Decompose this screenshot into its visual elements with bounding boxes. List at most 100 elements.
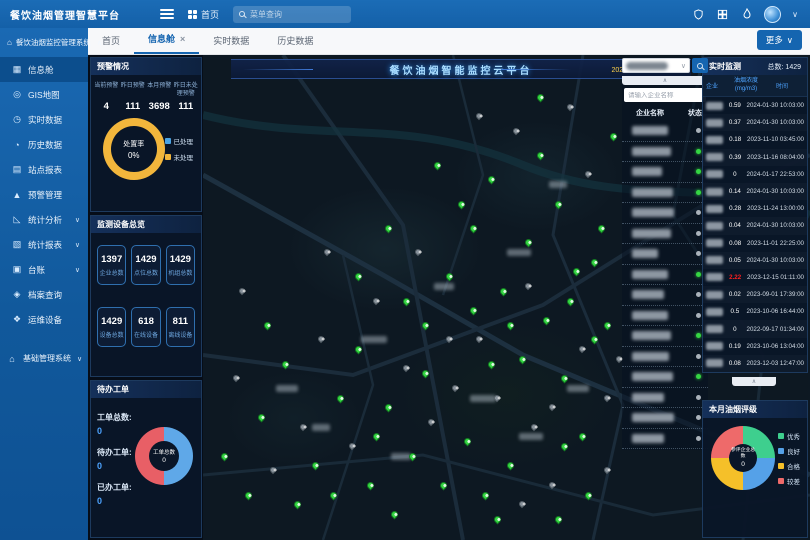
sidebar-item-实时数据[interactable]: ◷实时数据 bbox=[0, 107, 88, 132]
concentration-value: 0.18 bbox=[723, 136, 747, 143]
reading-time: 2023-11-01 22:25:00 bbox=[747, 240, 804, 247]
enterprise-row[interactable] bbox=[622, 367, 708, 388]
enterprise-list-collapse[interactable]: ∧ bbox=[622, 76, 708, 85]
enterprise-row[interactable] bbox=[622, 121, 708, 142]
realtime-enterprise-blurred bbox=[706, 291, 723, 299]
realtime-row[interactable]: 02022-09-17 01:34:00 bbox=[703, 320, 807, 337]
chevron-down-icon: ∨ bbox=[75, 266, 80, 274]
sidebar-item-预警管理[interactable]: ▲预警管理 bbox=[0, 182, 88, 207]
enterprise-filter-select[interactable]: ∨ bbox=[622, 58, 690, 73]
enterprise-row[interactable] bbox=[622, 388, 708, 409]
user-menu-chevron-icon[interactable]: ∨ bbox=[792, 10, 798, 19]
realtime-enterprise-blurred bbox=[706, 256, 723, 264]
more-button[interactable]: 更多∨ bbox=[757, 30, 802, 50]
concentration-value: 0.08 bbox=[723, 240, 747, 247]
enterprise-row[interactable] bbox=[622, 326, 708, 347]
enterprise-row[interactable] bbox=[622, 285, 708, 306]
realtime-enterprise-blurred bbox=[706, 273, 723, 281]
sidebar-group-restaurant-system[interactable]: ⌂ 餐饮油烟监控管理系统 ∧ bbox=[0, 28, 88, 57]
enterprise-name-blurred bbox=[632, 413, 674, 422]
shield-icon[interactable] bbox=[692, 8, 705, 21]
user-avatar[interactable] bbox=[764, 6, 781, 23]
enterprise-row[interactable] bbox=[622, 203, 708, 224]
tab-close-icon[interactable]: × bbox=[180, 34, 185, 44]
realtime-panel-collapse[interactable]: ∧ bbox=[732, 377, 776, 386]
realtime-row[interactable]: 0.082023-12-03 12:47:00 bbox=[703, 355, 807, 372]
fullscreen-icon[interactable] bbox=[716, 8, 729, 21]
enterprise-search-button[interactable] bbox=[692, 58, 708, 73]
tab-label: 信息舱 bbox=[148, 34, 175, 44]
selected-filter-value-blurred bbox=[626, 62, 668, 70]
enterprise-row[interactable] bbox=[622, 408, 708, 429]
enterprise-row[interactable] bbox=[622, 183, 708, 204]
breadcrumb-home[interactable]: 首页 bbox=[188, 8, 219, 21]
tab-信息舱[interactable]: 信息舱 × bbox=[134, 26, 199, 54]
device-card-设备总数[interactable]: 1429设备总数 bbox=[97, 307, 126, 347]
realtime-row[interactable]: 0.022023-09-01 17:39:00 bbox=[703, 286, 807, 303]
sidebar-item-GIS地图[interactable]: ◎GIS地图 bbox=[0, 82, 88, 107]
realtime-row[interactable]: 2.222023-12-15 01:11:00 bbox=[703, 269, 807, 286]
realtime-row[interactable]: 02024-01-17 22:53:00 bbox=[703, 166, 807, 183]
realtime-row[interactable]: 0.082023-11-01 22:25:00 bbox=[703, 235, 807, 252]
realtime-row[interactable]: 0.042024-01-30 10:03:00 bbox=[703, 217, 807, 234]
app-logo: 餐饮油烟管理智慧平台 bbox=[0, 7, 160, 22]
device-card-label: 设备总数 bbox=[99, 330, 124, 339]
legend-swatch bbox=[778, 448, 784, 454]
realtime-row[interactable]: 0.52023-10-06 16:44:00 bbox=[703, 303, 807, 320]
chevron-down-icon: ∨ bbox=[75, 216, 80, 224]
sidebar-item-统计分析[interactable]: ◺统计分析∨ bbox=[0, 207, 88, 232]
enterprise-name-input[interactable] bbox=[628, 92, 702, 99]
enterprise-row[interactable] bbox=[622, 347, 708, 368]
enterprise-row[interactable] bbox=[622, 306, 708, 327]
realtime-row[interactable]: 0.372024-01-30 10:03:00 bbox=[703, 114, 807, 131]
select-chevron-icon: ∨ bbox=[681, 62, 686, 70]
sidebar-item-label: 运维设备 bbox=[28, 314, 62, 326]
device-card-value: 1429 bbox=[168, 254, 193, 265]
device-card-离线设备[interactable]: 811离线设备 bbox=[166, 307, 195, 347]
sidebar-item-运维设备[interactable]: ❖运维设备 bbox=[0, 307, 88, 332]
realtime-row[interactable]: 0.282023-11-24 13:00:00 bbox=[703, 200, 807, 217]
device-card-企业总数[interactable]: 1397企业总数 bbox=[97, 245, 126, 285]
reading-time: 2024-01-30 10:03:00 bbox=[747, 257, 804, 264]
enterprise-row[interactable] bbox=[622, 429, 708, 450]
enterprise-row[interactable] bbox=[622, 265, 708, 286]
device-card-机组总数[interactable]: 1429机组总数 bbox=[166, 245, 195, 285]
sidebar-item-站点报表[interactable]: ▤站点报表 bbox=[0, 157, 88, 182]
realtime-row[interactable]: 0.592024-01-30 10:03:00 bbox=[703, 97, 807, 114]
reading-time: 2023-11-24 13:00:00 bbox=[747, 205, 804, 212]
sidebar-item-历史数据[interactable]: ◔历史数据 bbox=[0, 132, 88, 157]
sidebar: ⌂ 餐饮油烟监控管理系统 ∧ ▦信息舱◎GIS地图◷实时数据◔历史数据▤站点报表… bbox=[0, 28, 88, 540]
tab-首页[interactable]: 首页 bbox=[88, 28, 134, 54]
realtime-row[interactable]: 0.182023-11-10 03:45:00 bbox=[703, 131, 807, 148]
sidebar-item-台账[interactable]: ▣台账∨ bbox=[0, 257, 88, 282]
enterprise-name-search[interactable] bbox=[624, 88, 706, 102]
status-dot-online bbox=[696, 374, 701, 379]
enterprise-row[interactable] bbox=[622, 244, 708, 265]
enterprise-row[interactable] bbox=[622, 162, 708, 183]
status-dot-online bbox=[696, 149, 701, 154]
realtime-row[interactable]: 0.192023-10-06 13:04:00 bbox=[703, 338, 807, 355]
enterprise-name-blurred bbox=[632, 393, 664, 402]
enterprise-row[interactable] bbox=[622, 142, 708, 163]
menu-search[interactable] bbox=[233, 6, 351, 23]
realtime-row[interactable]: 0.052024-01-30 10:03:00 bbox=[703, 252, 807, 269]
realtime-row[interactable]: 0.142024-01-30 10:03:00 bbox=[703, 183, 807, 200]
realtime-enterprise-blurred bbox=[706, 170, 723, 178]
tab-历史数据[interactable]: 历史数据 bbox=[263, 28, 327, 54]
sidebar-item-统计报表[interactable]: ▧统计报表∨ bbox=[0, 232, 88, 257]
enterprise-row[interactable] bbox=[622, 224, 708, 245]
tab-实时数据[interactable]: 实时数据 bbox=[199, 28, 263, 54]
realtime-row[interactable]: 0.392023-11-16 08:04:00 bbox=[703, 149, 807, 166]
device-card-点位总数[interactable]: 1429点位总数 bbox=[131, 245, 160, 285]
device-card-在线设备[interactable]: 618在线设备 bbox=[131, 307, 160, 347]
menu-search-input[interactable] bbox=[250, 10, 340, 19]
menu-toggle-icon[interactable] bbox=[160, 9, 174, 19]
sidebar-item-档案查询[interactable]: ◈档案查询 bbox=[0, 282, 88, 307]
status-dot-offline bbox=[696, 313, 701, 318]
sidebar-item-基础管理系统[interactable]: ⌂基础管理系统∨ bbox=[0, 346, 88, 371]
flame-icon[interactable] bbox=[740, 8, 753, 21]
realtime-enterprise-blurred bbox=[706, 119, 723, 127]
map-place-label-blurred bbox=[312, 424, 330, 431]
sidebar-item-信息舱[interactable]: ▦信息舱 bbox=[0, 57, 88, 82]
concentration-value: 0.08 bbox=[723, 360, 746, 367]
